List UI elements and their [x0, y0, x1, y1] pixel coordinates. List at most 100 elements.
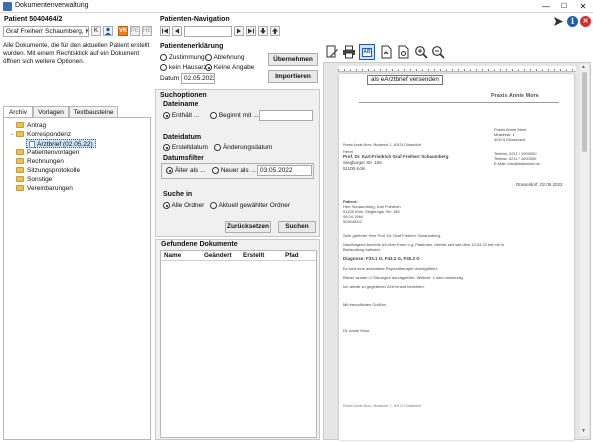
arrow-up-icon: [272, 28, 278, 34]
tree-item-korrespondenz[interactable]: − Korrespondenz: [10, 130, 71, 139]
nav-position-field[interactable]: [184, 26, 232, 37]
pe-button[interactable]: PE: [130, 26, 140, 36]
tree-item-arztbrief[interactable]: Arztbrief (02.05.22): [26, 139, 96, 148]
datefilter-date-field[interactable]: 03.05.2022: [257, 165, 312, 176]
datefilter-option-aelter[interactable]: Älter als ...: [166, 167, 206, 174]
folder-icon: [16, 185, 24, 192]
prev-icon: [175, 28, 179, 34]
pdf-button[interactable]: [379, 45, 393, 59]
vertical-scrollbar[interactable]: ▲ ▼: [580, 64, 589, 436]
folder-icon: [16, 176, 24, 183]
filedate-option-aenderungsdatum[interactable]: Änderungsdatum: [214, 144, 272, 151]
zoom-out-button[interactable]: [431, 45, 445, 59]
k-button[interactable]: K: [91, 26, 101, 36]
edit-button[interactable]: [325, 45, 339, 59]
zoom-in-button[interactable]: [414, 45, 428, 59]
folder-open-icon: [16, 131, 24, 138]
export-icon: [398, 45, 409, 59]
tree-item-sonstige[interactable]: Sonstige: [10, 175, 52, 184]
window-title: Dokumentenverwaltung: [15, 2, 89, 9]
nav-down-button[interactable]: [258, 26, 268, 36]
consent-option-zustimmung[interactable]: Zustimmung: [160, 54, 205, 61]
found-documents-table[interactable]: Name Geändert Erstellt Pfad: [160, 250, 317, 438]
folder-icon: [16, 167, 24, 174]
contact-email: E-Mail: info@testannie.de: [494, 161, 540, 166]
nav-first-button[interactable]: [160, 26, 170, 36]
consent-option-ablehnung[interactable]: Ablehnung: [205, 54, 245, 61]
print-button[interactable]: [342, 45, 356, 59]
folder-icon: [16, 122, 24, 129]
ab-icon: AB: [362, 48, 372, 57]
info-icon[interactable]: i: [567, 16, 578, 27]
close-circle-icon[interactable]: ✕: [580, 16, 591, 27]
send-earztbrief-button[interactable]: AB: [359, 44, 375, 60]
zoom-in-icon: [415, 46, 428, 59]
nav-prev-button[interactable]: [172, 26, 182, 36]
nav-last-button[interactable]: [246, 26, 256, 36]
body-2: Es wird eine ambulante Psychotherapie du…: [343, 266, 438, 271]
salutation: Sehr geehrter Herr Prof. Dr. Graf Freihe…: [343, 233, 442, 238]
filename-option-beginnt[interactable]: Beginnt mit ...: [210, 112, 259, 119]
vk-badge[interactable]: VK: [118, 26, 128, 36]
print-icon: [343, 45, 355, 59]
patient-name-field[interactable]: Graf Freiherr Schaumberg, Karl-: [3, 26, 89, 37]
send-button[interactable]: [553, 16, 564, 27]
tree-item-patientenvorlagen[interactable]: Patientenvorlagen: [10, 148, 79, 157]
importieren-button[interactable]: Importieren: [268, 70, 318, 83]
datefilter-title: Datumsfilter: [163, 155, 204, 162]
he-button[interactable]: HE: [142, 26, 152, 36]
consent-option-keine-angabe[interactable]: Keine Angabe: [205, 64, 254, 71]
sender-block-3: 40474 Düsseldorf: [494, 137, 526, 142]
body-1b: Behandlung befindet.: [343, 247, 381, 252]
col-pfad[interactable]: Pfad: [285, 251, 299, 261]
next-icon: [237, 28, 241, 34]
folder-icon: [16, 158, 24, 165]
title-bar: Dokumentenverwaltung — ☐ ✕: [0, 0, 593, 13]
consent-date-field[interactable]: 02.05.2022: [181, 73, 215, 84]
diagnosis: Diagnose: F33.1 G, F43.2 G, F40.2 G: [343, 256, 420, 261]
consent-option-kein-hausarzt[interactable]: kein Hausarzt: [160, 64, 209, 71]
nav-next-button[interactable]: [234, 26, 244, 36]
searchin-option-alle[interactable]: Alle Ordner: [163, 202, 204, 209]
maximize-button[interactable]: ☐: [555, 0, 573, 13]
filedate-option-erstelldatum[interactable]: Erstelldatum: [163, 144, 208, 151]
tree-item-antrag[interactable]: Antrag: [10, 121, 46, 130]
body-4: Ich werde zu gegebener Zeit erneut beric…: [343, 284, 425, 289]
export-button[interactable]: [396, 45, 410, 59]
patient-navigation-label: Patienten-Navigation: [160, 16, 230, 23]
uebernehmen-button[interactable]: Übernehmen: [268, 53, 318, 66]
filename-input[interactable]: [259, 110, 313, 121]
zoom-out-icon: [432, 46, 445, 59]
scroll-down-icon[interactable]: ▼: [581, 428, 586, 434]
scrollbar-thumb[interactable]: [582, 72, 587, 152]
search-button[interactable]: Suchen: [278, 221, 316, 233]
tree-item-rechnungen[interactable]: Rechnungen: [10, 157, 64, 166]
document-page: Praxis Annie More Praxis Annie More Must…: [339, 74, 574, 440]
searchin-title: Suche in: [163, 191, 193, 198]
last-icon: [248, 28, 254, 34]
patient-block-5: 5040464/2: [343, 219, 362, 224]
minimize-button[interactable]: —: [537, 0, 555, 13]
col-erstellt[interactable]: Erstellt: [243, 251, 264, 261]
filename-option-enthaelt[interactable]: Enthält ...: [163, 112, 199, 119]
nav-up-button[interactable]: [270, 26, 280, 36]
header-rule: [359, 102, 559, 103]
datefilter-option-neuer[interactable]: Neuer als ...: [212, 167, 256, 174]
person-icon: [105, 27, 111, 35]
searchin-option-aktuell[interactable]: Aktuell gewählter Ordner: [210, 202, 290, 209]
reset-button[interactable]: Zurücksetzen: [225, 221, 271, 233]
col-name[interactable]: Name: [164, 251, 181, 261]
tree-item-sitzungsprotokolle[interactable]: Sitzungsprotokolle: [10, 166, 80, 175]
tooltip: als eArztbrief versenden: [367, 75, 443, 85]
filedate-title: Dateidatum: [163, 134, 202, 141]
letter-footer: Praxis Annie More, Musterstr. 1, 40474 D…: [343, 404, 422, 408]
close-window-button[interactable]: ✕: [574, 0, 592, 13]
send-arrow-icon: [554, 17, 563, 26]
pdf-icon: [381, 45, 392, 59]
person-button[interactable]: [103, 26, 113, 36]
col-geaendert[interactable]: Geändert: [204, 251, 232, 261]
patient-label: Patient 5040464/2: [4, 16, 63, 23]
scroll-up-icon[interactable]: ▲: [581, 64, 586, 70]
tree-item-vereinbarungen[interactable]: Vereinbarungen: [10, 184, 73, 193]
body-3: Bisher wurden 2 Sitzungen durchgeführt. …: [343, 275, 464, 280]
